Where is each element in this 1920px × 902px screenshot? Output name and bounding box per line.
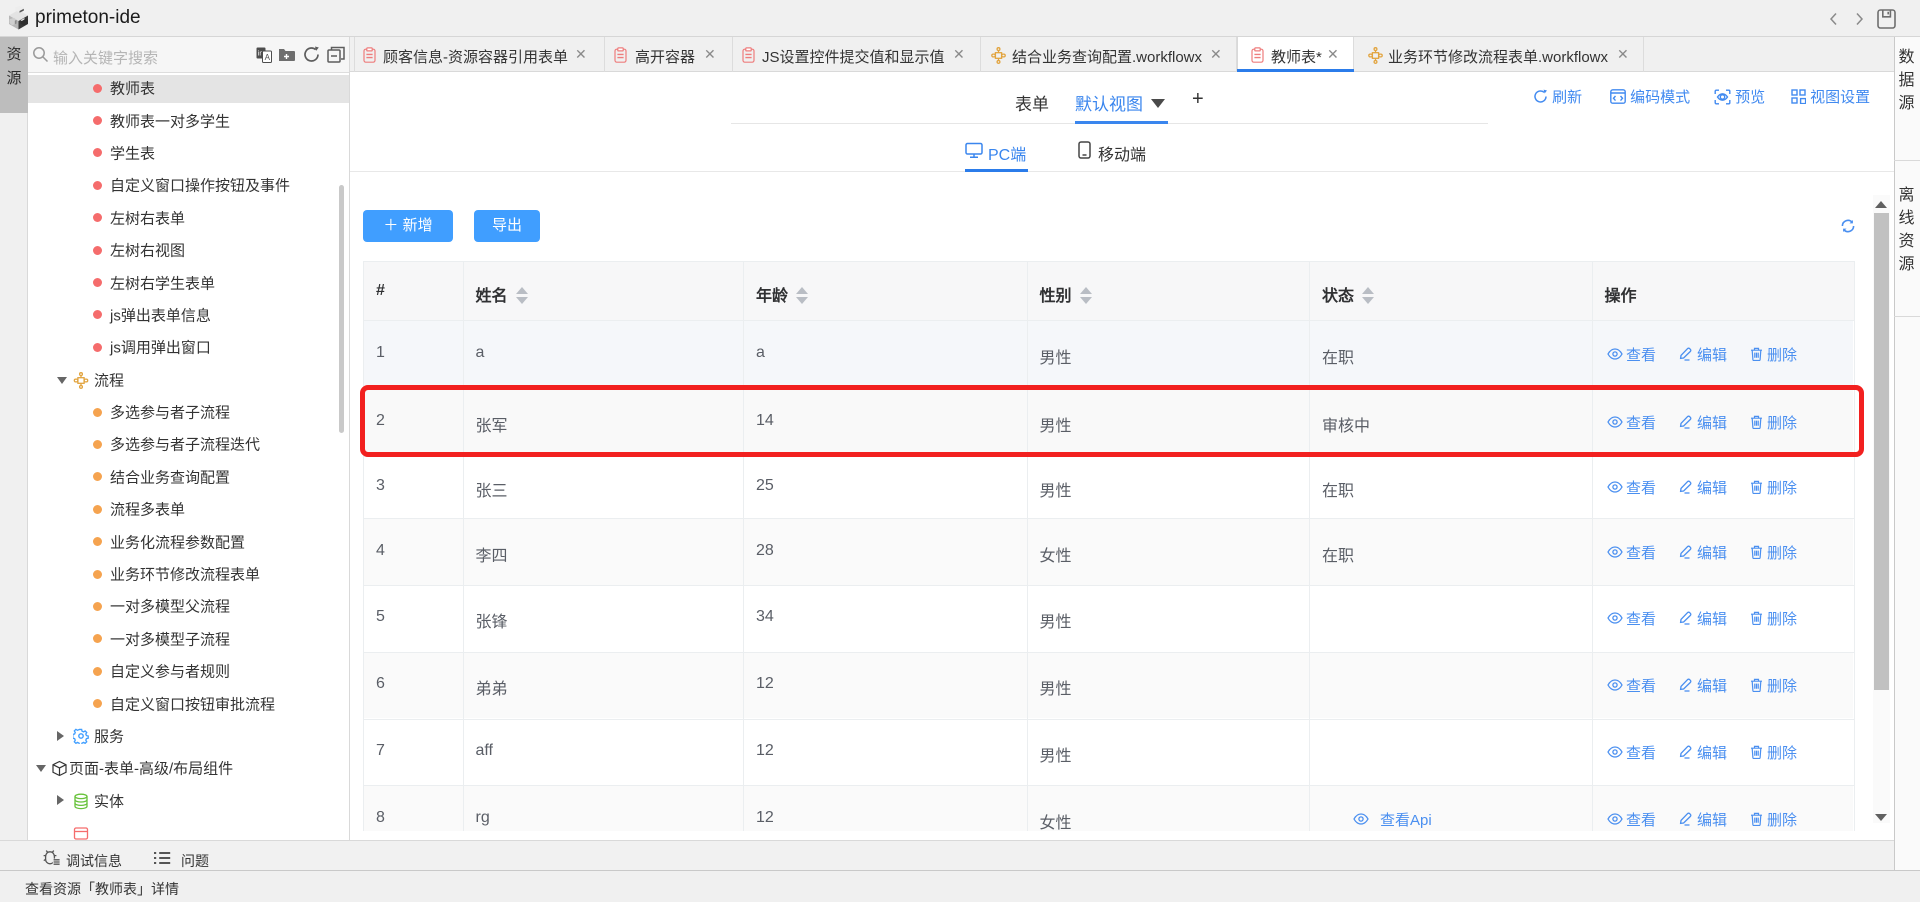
svg-text:A: A [265,53,271,62]
